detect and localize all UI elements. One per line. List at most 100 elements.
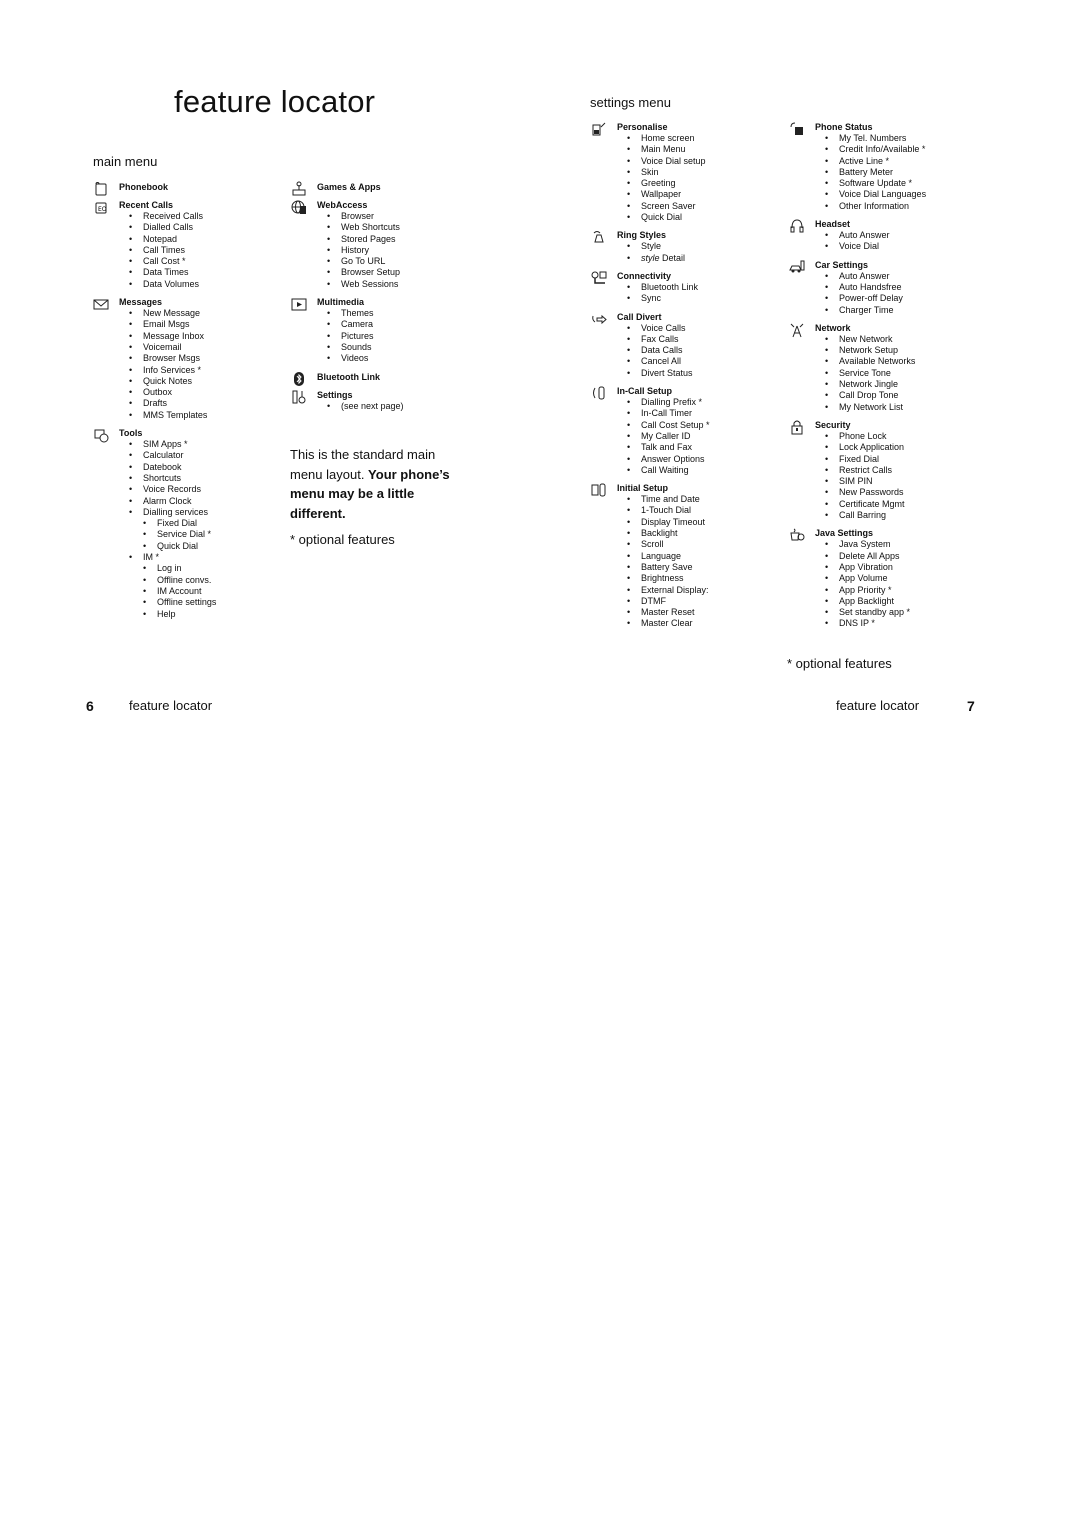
menu-item-list: Received CallsDialled CallsNotepadCall T…: [119, 211, 281, 290]
menu-item-label: Data Calls: [641, 345, 683, 356]
menu-group-name: Recent Calls: [119, 200, 174, 210]
menu-item: Received Calls: [119, 211, 281, 223]
svg-text:EO: EO: [98, 206, 107, 213]
menu-item-label: App Vibration: [839, 561, 893, 572]
menu-item-label: Web Shortcuts: [341, 222, 400, 233]
main-menu-column-1: PhonebookEORecent CallsReceived CallsDia…: [91, 182, 281, 627]
menu-item-label: Java System: [839, 539, 891, 550]
menu-item-label: Sync: [641, 293, 662, 304]
menu-group: NetworkNew NetworkNetwork SetupAvailable…: [787, 323, 977, 413]
menu-item-list: ThemesCameraPicturesSoundsVideos: [317, 308, 479, 365]
settings-menu-heading: settings menu: [590, 95, 671, 110]
menu-item-list: Dialling Prefix *In-Call TimerCall Cost …: [617, 397, 779, 476]
menu-item-label: Delete All Apps: [839, 550, 900, 561]
menu-item-label: Offline settings: [157, 597, 217, 608]
menu-item: Sounds: [317, 342, 479, 354]
menu-item-label: Available Networks: [839, 356, 916, 367]
menu-item-list: Bluetooth LinkSync: [617, 282, 779, 305]
menu-item-label: DTMF: [641, 595, 666, 606]
menu-item-label: Voice Records: [143, 484, 202, 495]
menu-group-name: Security: [815, 419, 851, 430]
page-title: feature locator: [174, 84, 376, 119]
menu-item-label: Battery Meter: [839, 166, 894, 177]
menu-item-label: Log in: [157, 563, 182, 574]
menu-item: Battery Meter: [815, 166, 977, 179]
menu-item-label: Master Reset: [641, 607, 695, 618]
menu-item-label: Answer Options: [641, 453, 705, 464]
menu-group-name: Headset: [815, 219, 851, 230]
menu-item-label: Voice Dial: [839, 241, 880, 252]
menu-group: Bluetooth Link: [289, 371, 479, 386]
menu-item-label: Fixed Dial: [839, 453, 880, 464]
menu-item: Delete All Apps: [815, 550, 977, 563]
menu-item-label: My Caller ID: [641, 430, 691, 441]
menu-item-label: History: [341, 244, 370, 255]
menu-item: App Backlight: [815, 596, 977, 608]
menu-item-label: Received Calls: [143, 211, 204, 221]
menu-group: ConnectivityBluetooth LinkSync: [589, 271, 779, 305]
menu-group-name: Phonebook: [119, 182, 168, 192]
menu-item-label: In-Call Timer: [641, 408, 693, 419]
menu-item-label: Call Cost Setup *: [641, 419, 710, 430]
menu-item-label: Message Inbox: [143, 330, 205, 341]
menu-item-list: Auto AnswerAuto HandsfreePower-off Delay…: [815, 271, 977, 316]
menu-item: Call Cost *: [119, 256, 281, 268]
menu-item: Themes: [317, 308, 479, 320]
menu-item: App Volume: [815, 573, 977, 585]
menu-item: Answer Options: [617, 453, 779, 466]
menu-item-label: Master Clear: [641, 618, 693, 629]
menu-item-label: Data Volumes: [143, 278, 200, 289]
menu-item-label: Network Jingle: [839, 379, 899, 390]
menu-item-label: Call Waiting: [641, 464, 689, 475]
menu-item-list: Home screenMain MenuVoice Dial setupSkin…: [617, 133, 779, 224]
menu-item: Sync: [617, 293, 779, 305]
menu-item-label: SIM PIN: [839, 476, 873, 487]
menu-item-label: Power-off Delay: [839, 293, 903, 304]
menu-item-label: (see next page): [341, 400, 404, 411]
menu-item-label: Divert Status: [641, 367, 693, 378]
menu-item: Quick Dial: [617, 212, 779, 224]
menu-item: Videos: [317, 353, 479, 365]
menu-item-label: DNS IP *: [839, 618, 875, 629]
menu-item-label: Camera: [341, 319, 374, 330]
menu-group-name: In-Call Setup: [617, 386, 673, 397]
bell-icon: [591, 229, 607, 245]
menu-item: Network Jingle: [815, 379, 977, 391]
menu-item: Greeting: [617, 178, 779, 190]
menu-item-label: Dialling Prefix *: [641, 397, 703, 408]
menu-item: Screen Saver: [617, 201, 779, 213]
menu-item-label: Home screen: [641, 133, 695, 143]
menu-item-label: Quick Notes: [143, 375, 193, 386]
menu-item: Drafts: [119, 398, 281, 410]
menu-group: Car SettingsAuto AnswerAuto HandsfreePow…: [787, 260, 977, 316]
menu-item-label: Voice Dial setup: [641, 155, 706, 166]
menu-item-label: Email Msgs: [143, 319, 190, 330]
menu-item: Fixed Dial: [815, 453, 977, 466]
menu-item-label: Voice Dial Languages: [839, 189, 927, 200]
menu-group-name: Java Settings: [815, 528, 874, 539]
menu-item-label: New Network: [839, 333, 893, 344]
connectivity-icon: [591, 270, 607, 286]
menu-item: Datebook: [119, 462, 281, 474]
menu-item: My Caller ID: [617, 430, 779, 443]
main-menu-column-2: Games & Apps WebAccessBrowserWeb Shortcut…: [289, 181, 479, 419]
film-icon: [291, 296, 307, 312]
menu-item-label: Skin: [641, 166, 659, 177]
menu-item: Call Barring: [815, 510, 977, 522]
menu-item: Info Services *: [119, 365, 281, 377]
menu-item-label: Software Update *: [839, 178, 913, 189]
menu-item: Web Shortcuts: [317, 222, 479, 234]
menu-item: Skin: [617, 166, 779, 179]
menu-item-list: Stylestyle Detail: [617, 241, 779, 264]
menu-item-label: Bluetooth Link: [641, 281, 699, 292]
menu-item: Bluetooth Link: [617, 281, 779, 294]
menu-item: Network Setup: [815, 345, 977, 357]
menu-item-label: Credit Info/Available *: [839, 144, 926, 155]
menu-item: Dialling services: [119, 507, 281, 519]
menu-item: Call Times: [119, 245, 281, 257]
menu-item: Pictures: [317, 331, 479, 343]
menu-item-label: Service Tone: [839, 367, 891, 378]
menu-item-label: SIM Apps *: [143, 439, 188, 450]
menu-item-label: Battery Save: [641, 561, 693, 572]
menu-item: Message Inbox: [119, 330, 281, 343]
